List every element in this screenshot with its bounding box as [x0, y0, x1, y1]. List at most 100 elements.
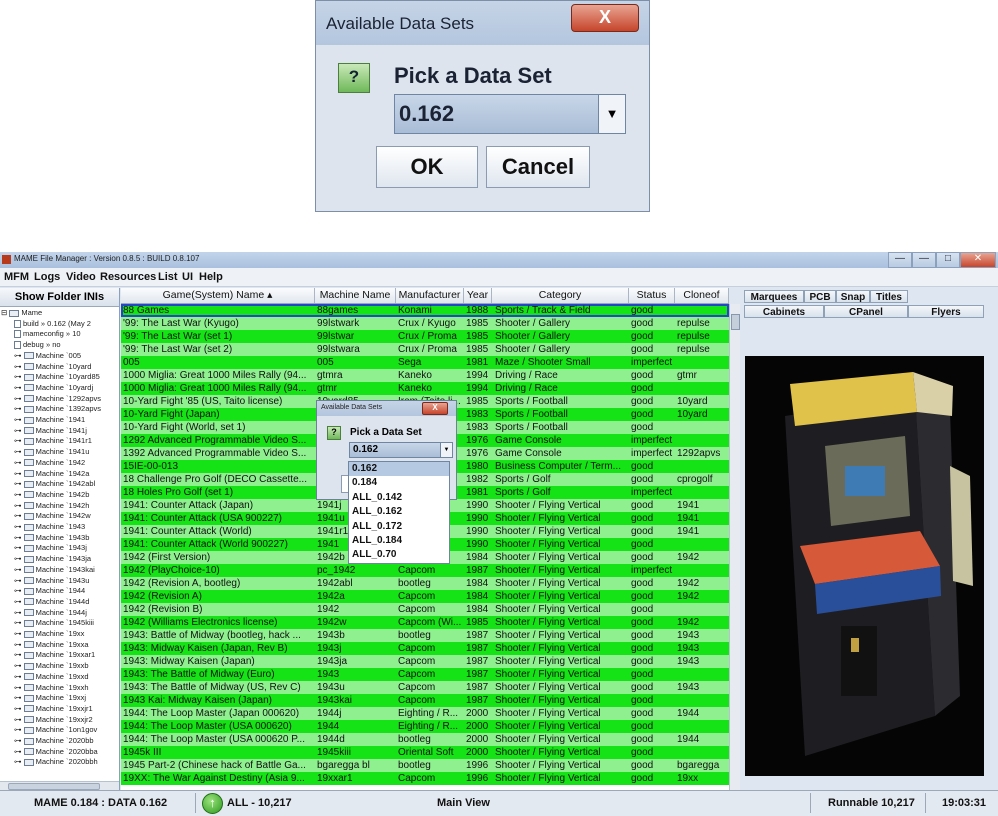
- tab-snap[interactable]: Snap: [836, 290, 870, 303]
- dropdown-option[interactable]: ALL_0.142: [349, 491, 449, 505]
- tab-pcb[interactable]: PCB: [804, 290, 836, 303]
- expand-toggle-icon[interactable]: ⊶: [14, 757, 24, 766]
- expand-toggle-icon[interactable]: ⊶: [14, 447, 24, 456]
- chevron-down-icon[interactable]: ▼: [598, 95, 625, 133]
- close-icon[interactable]: X: [422, 402, 448, 415]
- ok-button[interactable]: OK: [376, 146, 478, 188]
- close-window-icon[interactable]: ✕: [960, 252, 996, 268]
- table-row[interactable]: 1943: Midway Kaisen (Japan, Rev B) 1943j C…: [121, 642, 729, 655]
- expand-toggle-icon[interactable]: ⊶: [14, 747, 24, 756]
- tab-titles[interactable]: Titles: [870, 290, 908, 303]
- table-row[interactable]: 1945k III 1945kiii Oriental Soft 2000 Shoote…: [121, 746, 729, 759]
- tree-node[interactable]: ⊶ Machine `1944j: [14, 608, 87, 619]
- tab-cpanel[interactable]: CPanel: [824, 305, 908, 318]
- tree-node[interactable]: ⊶ Machine `10yardj: [14, 383, 93, 394]
- expand-toggle-icon[interactable]: ⊶: [14, 404, 24, 413]
- table-row[interactable]: 1942 (Revision A) 1942a Capcom 1984 Shooter …: [121, 590, 729, 603]
- cancel-button[interactable]: Cancel: [486, 146, 590, 188]
- scroll-thumb[interactable]: [731, 314, 740, 330]
- expand-toggle-icon[interactable]: ⊶: [14, 576, 24, 585]
- expand-toggle-icon[interactable]: ⊶: [14, 501, 24, 510]
- tree-horizontal-scrollbar[interactable]: [0, 781, 119, 790]
- tree-node[interactable]: ⊶ Machine `1945kiii: [14, 618, 94, 629]
- arrow-up-icon[interactable]: ↑: [202, 793, 223, 814]
- table-row[interactable]: 1000 Miglia: Great 1000 Miles Rally (94.…: [121, 382, 729, 395]
- menu-video[interactable]: Video: [66, 271, 96, 283]
- minimize-icon-2[interactable]: —: [912, 252, 936, 268]
- table-row[interactable]: 1943: The Battle of Midway (Euro) 1943 Cap…: [121, 668, 729, 681]
- expand-toggle-icon[interactable]: ⊶: [14, 415, 24, 424]
- tree-node[interactable]: mameconfig » 10: [14, 329, 81, 340]
- expand-toggle-icon[interactable]: ⊶: [14, 736, 24, 745]
- table-row[interactable]: 1944: The Loop Master (USA 000620) 1944 Ei…: [121, 720, 729, 733]
- tree-node[interactable]: ⊶ Machine `2020bba: [14, 747, 98, 758]
- expand-toggle-icon[interactable]: ⊶: [14, 490, 24, 499]
- expand-toggle-icon[interactable]: ⊶: [14, 672, 24, 681]
- tree-node[interactable]: ⊶ Machine `1941: [14, 415, 85, 426]
- table-row[interactable]: 1943: Midway Kaisen (Japan) 1943ja Capcom 1…: [121, 655, 729, 668]
- table-row[interactable]: 1000 Miglia: Great 1000 Miles Rally (94.…: [121, 369, 729, 382]
- table-row[interactable]: 1943 Kai: Midway Kaisen (Japan) 1943kai Ca…: [121, 694, 729, 707]
- column-header-category[interactable]: Category: [492, 288, 629, 303]
- expand-toggle-icon[interactable]: ⊶: [14, 533, 24, 542]
- dropdown-option[interactable]: ALL_0.172: [349, 520, 449, 534]
- tree-node[interactable]: debug » no: [14, 340, 61, 351]
- tree-node[interactable]: ⊶ Machine `1942: [14, 458, 85, 469]
- column-header-manufacturer[interactable]: Manufacturer: [396, 288, 464, 303]
- tree-node[interactable]: ⊶ Machine `1942w: [14, 511, 91, 522]
- expand-toggle-icon[interactable]: ⊶: [14, 394, 24, 403]
- tree-node[interactable]: ⊶ Machine `19xxa: [14, 640, 89, 651]
- tree-node[interactable]: ⊶ Machine `1942b: [14, 490, 89, 501]
- expand-toggle-icon[interactable]: ⊶: [14, 618, 24, 627]
- tree-node[interactable]: ⊶ Machine `1292apvs: [14, 394, 101, 405]
- expand-toggle-icon[interactable]: ⊶: [14, 351, 24, 360]
- data-set-select[interactable]: 0.162 ▼: [349, 442, 453, 458]
- expand-toggle-icon[interactable]: ⊶: [14, 608, 24, 617]
- expand-toggle-icon[interactable]: ⊶: [14, 715, 24, 724]
- tree-node[interactable]: ⊶ Machine `1942a: [14, 469, 89, 480]
- tree-node[interactable]: ⊶ Machine `1942abl: [14, 479, 95, 490]
- tree-node[interactable]: ⊶ Machine `2020bbh: [14, 757, 98, 768]
- menu-mfm[interactable]: MFM: [4, 271, 29, 283]
- expand-toggle-icon[interactable]: ⊶: [14, 362, 24, 371]
- expand-toggle-icon[interactable]: ⊶: [14, 543, 24, 552]
- tree-node[interactable]: ⊟ Mame: [1, 308, 42, 319]
- dropdown-option[interactable]: ALL_0.162: [349, 505, 449, 519]
- expand-toggle-icon[interactable]: ⊶: [14, 458, 24, 467]
- column-header-machine[interactable]: Machine Name: [315, 288, 396, 303]
- tree-node[interactable]: build » 0.162 (May 2: [14, 319, 91, 330]
- tree-node[interactable]: ⊶ Machine `1943u: [14, 576, 89, 587]
- column-header-cloneof[interactable]: Cloneof: [675, 288, 729, 303]
- dropdown-option[interactable]: 0.162: [349, 462, 449, 477]
- tree-node[interactable]: ⊶ Machine `19xxb: [14, 661, 89, 672]
- menu-list[interactable]: List: [158, 271, 178, 283]
- expand-toggle-icon[interactable]: ⊟: [1, 308, 9, 317]
- tree-node[interactable]: ⊶ Machine `19xxjr1: [14, 704, 93, 715]
- column-header-status[interactable]: Status: [629, 288, 675, 303]
- tree-node[interactable]: ⊶ Machine `1943kai: [14, 565, 95, 576]
- table-row[interactable]: 1944: The Loop Master (USA 000620 P... 19…: [121, 733, 729, 746]
- table-row[interactable]: 88 Games 88games Konami 1988 Sports / Track …: [121, 304, 729, 317]
- column-header-name[interactable]: Game(System) Name ▴: [121, 288, 315, 303]
- tree-node[interactable]: ⊶ Machine `19xxjr2: [14, 715, 93, 726]
- expand-toggle-icon[interactable]: ⊶: [14, 640, 24, 649]
- table-vertical-scrollbar[interactable]: [729, 304, 740, 790]
- table-row[interactable]: 1945 Part-2 (Chinese hack of Battle Ga..…: [121, 759, 729, 772]
- tab-cabinets[interactable]: Cabinets: [744, 305, 824, 318]
- tree-node[interactable]: ⊶ Machine `1941u: [14, 447, 89, 458]
- tree-node[interactable]: ⊶ Machine `19xxar1: [14, 650, 95, 661]
- close-icon[interactable]: X: [571, 4, 639, 32]
- table-row[interactable]: 1943: Battle of Midway (bootleg, hack ..…: [121, 629, 729, 642]
- expand-toggle-icon[interactable]: ⊶: [14, 629, 24, 638]
- table-row[interactable]: 1944: The Loop Master (Japan 000620) 1944…: [121, 707, 729, 720]
- tree-node[interactable]: ⊶ Machine `1943: [14, 522, 85, 533]
- tree-node[interactable]: ⊶ Machine `1941r1: [14, 436, 92, 447]
- tree-node[interactable]: ⊶ Machine `1392apvs: [14, 404, 101, 415]
- expand-toggle-icon[interactable]: ⊶: [14, 436, 24, 445]
- scroll-thumb[interactable]: [8, 783, 100, 790]
- tree-node[interactable]: ⊶ Machine `19xx: [14, 629, 84, 640]
- expand-toggle-icon[interactable]: ⊶: [14, 586, 24, 595]
- table-row[interactable]: 1942 (Revision A, bootleg) 1942abl bootleg…: [121, 577, 729, 590]
- table-row[interactable]: 1942 (PlayChoice-10) pc_1942 Capcom 1987 Sho…: [121, 564, 729, 577]
- menu-logs[interactable]: Logs: [34, 271, 60, 283]
